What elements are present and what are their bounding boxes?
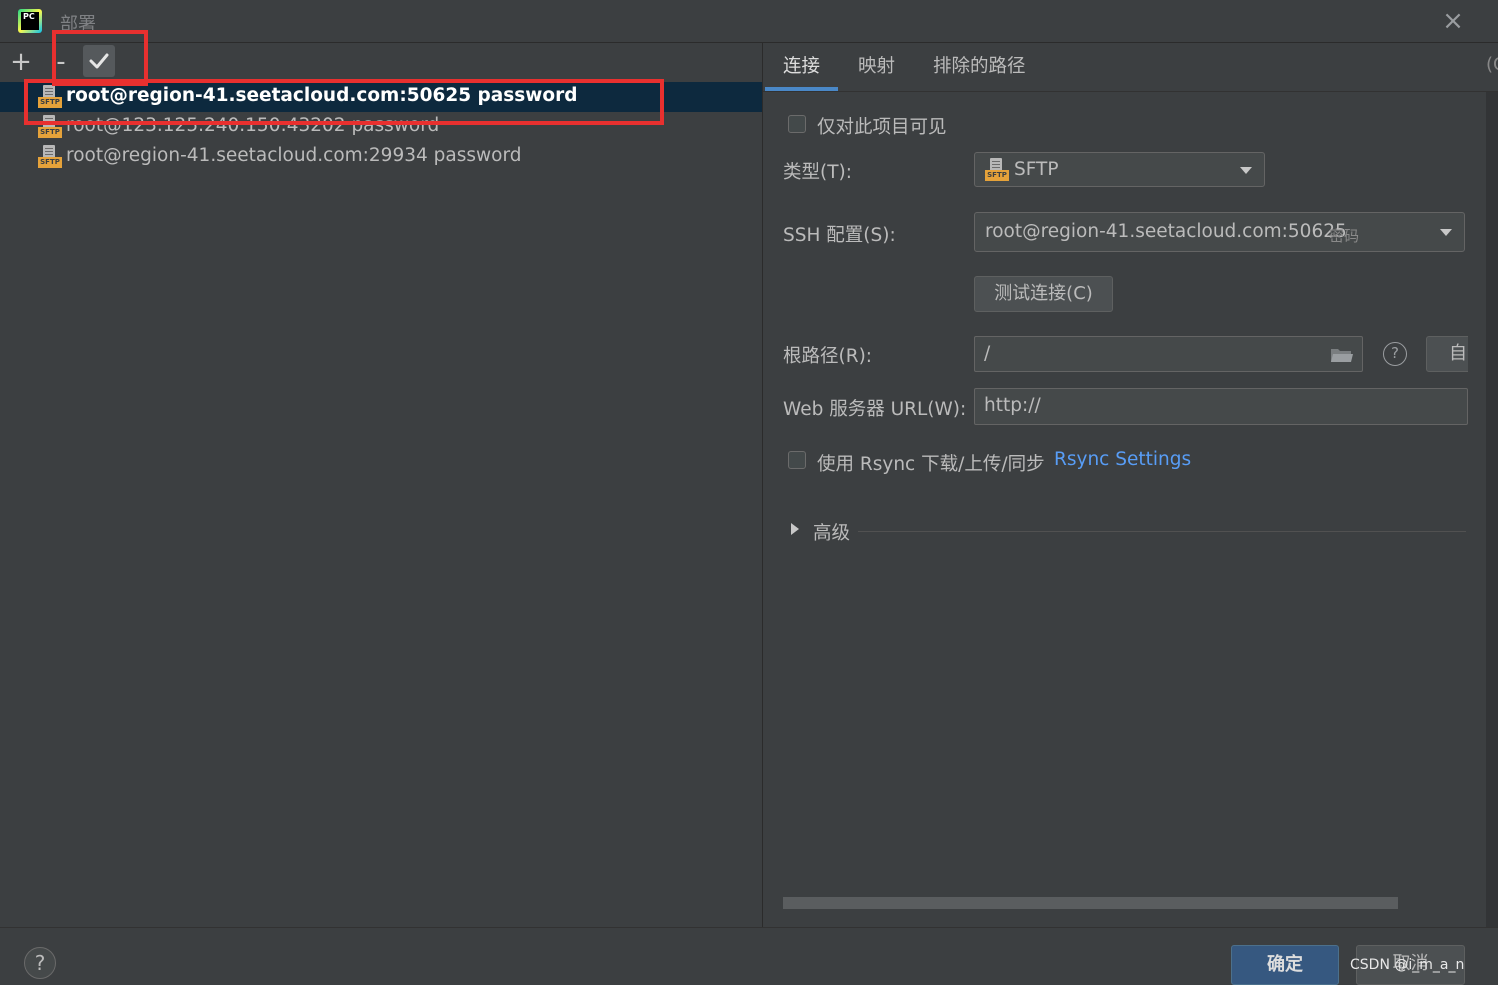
advanced-section-label[interactable]: 高级 (813, 519, 850, 545)
advanced-divider (858, 531, 1466, 532)
chevron-down-icon (1240, 166, 1252, 174)
rsync-checkbox[interactable] (788, 451, 806, 469)
autodetect-button-clip: 自动 (1426, 336, 1468, 372)
root-path-value: / (984, 343, 991, 364)
folder-icon[interactable] (1330, 346, 1354, 364)
annotation-box-toolbar (52, 30, 148, 86)
ssh-config-label: SSH 配置(S): (783, 225, 896, 246)
test-connection-button[interactable]: 测试连接(C) (974, 276, 1113, 312)
help-circle-icon[interactable]: ? (1383, 342, 1407, 366)
close-icon[interactable]: × (1440, 8, 1466, 34)
rsync-settings-link[interactable]: Rsync Settings (1054, 449, 1191, 470)
overflow-tab-text: (C (1486, 54, 1498, 75)
ssh-auth-type: 密码 (1329, 227, 1360, 245)
add-server-button[interactable]: + (7, 49, 35, 77)
type-value: SFTP (1014, 159, 1059, 180)
horizontal-scrollbar[interactable] (783, 897, 1398, 909)
sftp-type-icon: SFTP (985, 158, 1009, 182)
autodetect-button[interactable]: 自动 (1426, 336, 1468, 372)
chevron-down-icon (1440, 229, 1452, 236)
visible-only-checkbox[interactable] (788, 115, 806, 133)
tab-excluded-paths[interactable]: 排除的路径 (933, 52, 1026, 78)
web-url-label: Web 服务器 URL(W): (783, 399, 967, 420)
active-tab-indicator (765, 87, 838, 91)
type-label: 类型(T): (783, 162, 852, 183)
server-list-pane (0, 43, 763, 927)
title-bar (0, 0, 1498, 43)
ssh-config-select[interactable]: root@region-41.seetacloud.com:50625 密码 (974, 212, 1465, 252)
server-row[interactable]: SFTP root@region-41.seetacloud.com:29934… (0, 142, 762, 172)
type-select[interactable]: SFTP SFTP (974, 152, 1265, 187)
server-label: root@region-41.seetacloud.com:29934 pass… (66, 145, 522, 166)
tab-mappings[interactable]: 映射 (858, 52, 895, 78)
tab-connection[interactable]: 连接 (783, 52, 820, 78)
root-path-label: 根路径(R): (783, 346, 873, 367)
sftp-server-icon: SFTP (38, 145, 62, 169)
help-button[interactable]: ? (24, 947, 56, 979)
ssh-config-value: root@region-41.seetacloud.com:50625 (985, 221, 1347, 242)
root-path-input[interactable]: / (974, 336, 1363, 372)
ok-button[interactable]: 确定 (1231, 945, 1339, 985)
rsync-label: 使用 Rsync 下载/上传/同步 (817, 454, 1045, 475)
web-url-input[interactable]: http:// (974, 388, 1468, 425)
right-edge-panel (1486, 92, 1498, 927)
expand-triangle-icon[interactable] (791, 523, 799, 535)
csdn-watermark: CSDN @i_m_a_n (1350, 957, 1465, 973)
pycharm-logo-icon: PC (18, 9, 42, 33)
web-url-value: http:// (984, 395, 1041, 416)
annotation-box-server (24, 79, 664, 125)
visible-only-label: 仅对此项目可见 (817, 117, 947, 138)
